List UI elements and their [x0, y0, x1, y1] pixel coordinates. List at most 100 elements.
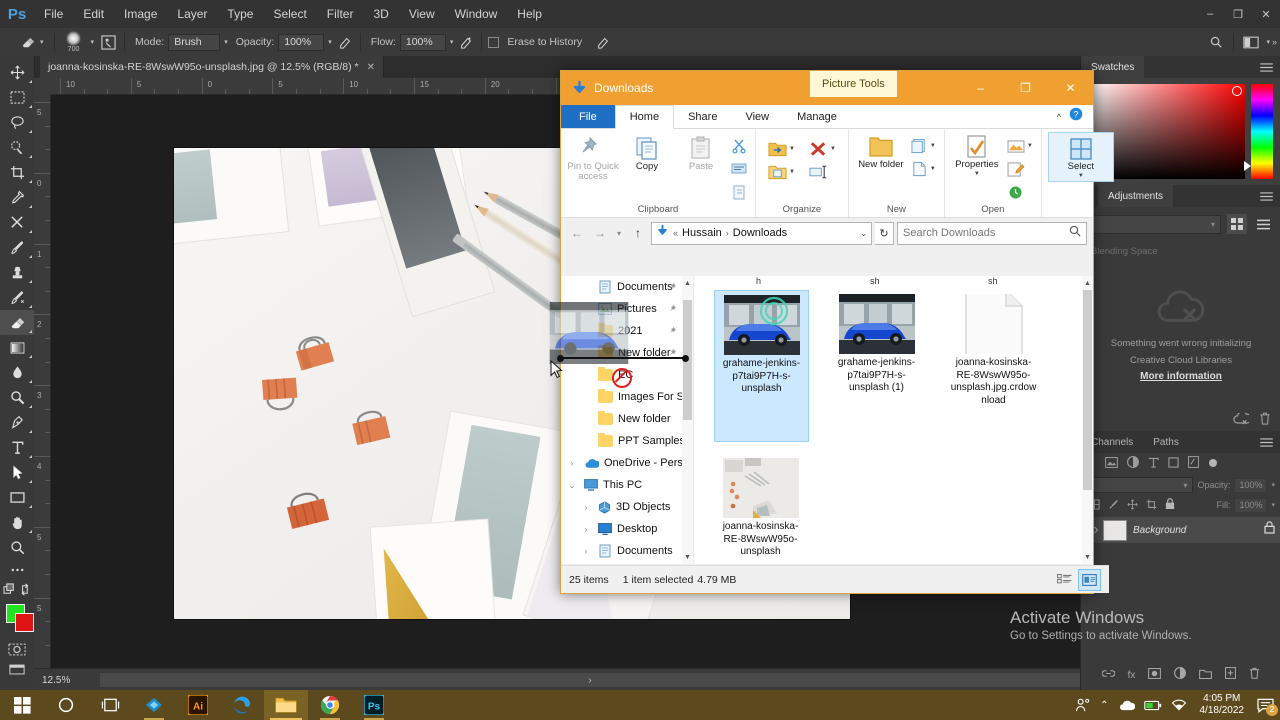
workspace-switcher-icon[interactable] [1242, 33, 1260, 51]
ribbon-tab-file[interactable]: File [561, 105, 615, 128]
chrome-taskbar-button[interactable] [308, 690, 352, 720]
navigation-pane[interactable]: Documents Pictures 2021 New folder EC Images … [561, 276, 694, 564]
marquee-tool[interactable] [0, 85, 34, 110]
brush-tool[interactable] [0, 235, 34, 260]
open-chevron-icon[interactable]: ▼ [1027, 143, 1033, 149]
hue-slider[interactable] [1244, 84, 1273, 179]
layer-fill-value[interactable]: 100% [1234, 497, 1268, 513]
tab-paths[interactable]: Paths [1143, 431, 1189, 453]
status-expand-chevron-icon[interactable]: › [588, 675, 591, 686]
document-tab[interactable]: joanna-kosinska-RE-8WswW95o-unsplash.jpg… [40, 56, 385, 78]
move-to-button[interactable]: ▼ [766, 138, 797, 160]
airbrush-icon[interactable] [457, 33, 475, 51]
menu-help[interactable]: Help [507, 0, 552, 28]
layer-fill-chevron-icon[interactable]: ▾ [1271, 501, 1275, 509]
delete-button[interactable]: ▼ [807, 138, 838, 160]
brush-preset-chevron-icon[interactable]: ▾ [91, 38, 95, 46]
quick-mask-toggle[interactable] [0, 638, 34, 660]
help-icon[interactable]: ? [1069, 107, 1083, 126]
nav-item-desktop[interactable]: › Desktop [561, 518, 693, 540]
new-group-icon[interactable] [1199, 666, 1213, 684]
menu-3d[interactable]: 3D [363, 0, 398, 28]
select-chevron-icon[interactable]: ▼ [1078, 173, 1084, 179]
file-item-grahame-1[interactable]: grahame-jenkins-p7tai9P7H-s-unsplash [714, 290, 809, 442]
edit-toolbar-tool[interactable] [0, 560, 34, 580]
blend-mode-dropdown[interactable]: ▾ [1081, 477, 1194, 493]
mode-dropdown[interactable]: Brush [168, 33, 221, 51]
eraser-tool[interactable] [0, 310, 34, 335]
up-button[interactable]: ↑ [628, 223, 648, 243]
tablet-pressure-icon[interactable] [594, 33, 612, 51]
delete-layer-icon[interactable] [1249, 666, 1260, 684]
layers-filter-toggle-icon[interactable] [1208, 455, 1218, 473]
menu-image[interactable]: Image [114, 0, 167, 28]
task-view-button[interactable] [88, 690, 132, 720]
onedrive-icon[interactable] [1118, 700, 1135, 711]
file-item-grahame-2[interactable]: grahame-jenkins-p7tai9P7H-s-unsplash (1) [830, 290, 923, 395]
layer-opacity-chevron-icon[interactable]: ▾ [1271, 481, 1275, 489]
lock-brush-icon[interactable] [1108, 499, 1119, 512]
workspace-chevron-icon[interactable]: ▾ [1266, 38, 1270, 46]
details-view-button[interactable] [1054, 570, 1075, 590]
photoshop-taskbar-button[interactable]: Ps [352, 690, 396, 720]
breadcrumb-separator[interactable]: › [726, 228, 729, 238]
lasso-tool[interactable] [0, 110, 34, 135]
back-button[interactable]: ← [567, 223, 587, 243]
edge-taskbar-button[interactable] [220, 690, 264, 720]
menu-edit[interactable]: Edit [73, 0, 114, 28]
nav-expand-chevron-icon[interactable]: › [565, 459, 579, 468]
more-information-link[interactable]: More information [1140, 371, 1222, 382]
status-info-field[interactable]: › [100, 673, 1080, 687]
file-explorer-taskbar-button[interactable] [264, 690, 308, 720]
adjustments-grid-view-button[interactable] [1227, 214, 1247, 234]
pin-icon[interactable] [670, 282, 679, 293]
copy-to-chevron-icon[interactable]: ▼ [789, 169, 795, 175]
file-item-crdownload[interactable]: joanna-kosinska-RE-8WswW95o-unsplash.jpg… [947, 290, 1040, 407]
link-layers-icon[interactable] [1101, 666, 1116, 684]
background-color-swatch[interactable] [15, 613, 34, 632]
edit-button[interactable] [1005, 158, 1035, 180]
menu-type[interactable]: Type [217, 0, 263, 28]
explorer-minimize-button[interactable]: – [958, 71, 1003, 105]
action-center-icon[interactable]: 2 [1257, 698, 1278, 716]
hue-slider-handle[interactable] [1244, 161, 1251, 171]
eraser-tool-preset-icon[interactable] [18, 33, 36, 51]
layer-lock-icon[interactable] [1264, 521, 1275, 539]
battery-icon[interactable] [1143, 700, 1162, 711]
search-icon[interactable] [1069, 224, 1081, 242]
cloud-sync-icon[interactable] [1233, 411, 1252, 430]
move-tool[interactable] [0, 60, 34, 85]
nav-item-documents[interactable]: › Documents [561, 540, 693, 562]
nav-item-pictures[interactable]: Pictures [561, 298, 693, 320]
rename-button[interactable] [807, 161, 838, 183]
address-dropdown-icon[interactable]: ⌄ [860, 229, 867, 238]
delete-chevron-icon[interactable]: ▼ [830, 146, 836, 152]
pin-icon[interactable] [670, 304, 679, 315]
menu-view[interactable]: View [399, 0, 445, 28]
history-brush-tool[interactable] [0, 285, 34, 310]
pin-icon[interactable] [670, 326, 679, 337]
pen-tool[interactable] [0, 410, 34, 435]
brush-size-preview[interactable]: 700 [61, 31, 87, 53]
nav-expand-chevron-icon[interactable]: ⌄ [565, 481, 579, 490]
layer-name[interactable]: Background [1133, 525, 1258, 536]
paste-button[interactable]: Paste [675, 132, 727, 172]
taskbar-clock[interactable]: 4:05 PM 4/18/2022 [1196, 693, 1249, 717]
easy-access-chevron-icon[interactable]: ▼ [930, 166, 936, 172]
address-root-glyph[interactable]: « [673, 228, 678, 238]
history-button[interactable] [1005, 181, 1035, 203]
document-tab-close-icon[interactable]: ✕ [367, 62, 375, 73]
filter-adjustment-icon[interactable] [1127, 455, 1139, 473]
refresh-button[interactable]: ↻ [875, 221, 894, 245]
menu-filter[interactable]: Filter [317, 0, 364, 28]
nav-scroll-down-icon[interactable]: ▼ [682, 550, 693, 564]
move-to-chevron-icon[interactable]: ▼ [789, 146, 795, 152]
explorer-title-bar[interactable]: Downloads Picture Tools – ❐ ✕ [561, 71, 1093, 105]
brush-panel-toggle-icon[interactable] [98, 33, 118, 51]
color-swatches[interactable] [0, 602, 34, 638]
adjustments-panel-menu-icon[interactable] [1252, 185, 1280, 207]
nav-expand-chevron-icon[interactable]: › [579, 503, 593, 512]
network-wifi-icon[interactable] [1171, 699, 1187, 711]
eraser-preset-chevron-icon[interactable]: ▾ [40, 38, 44, 46]
explorer-maximize-button[interactable]: ❐ [1003, 71, 1048, 105]
